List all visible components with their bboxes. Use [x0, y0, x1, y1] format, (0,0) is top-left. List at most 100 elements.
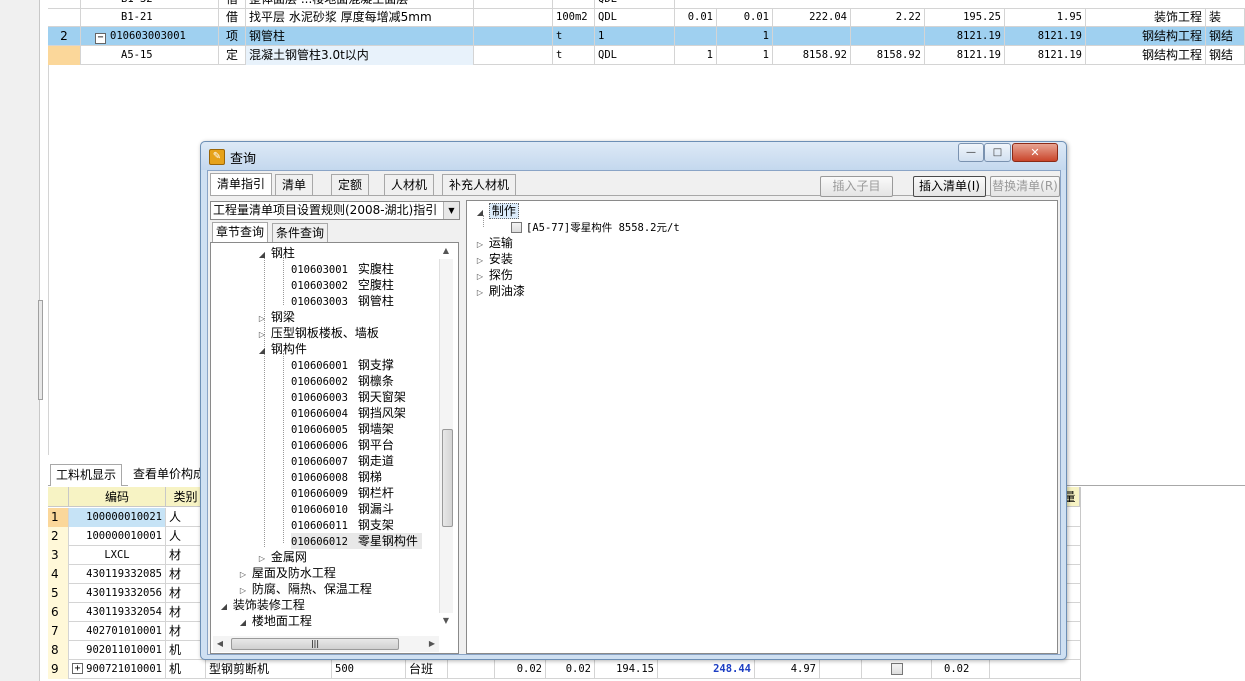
tree-node[interactable]: 010606010 钢漏斗	[291, 501, 394, 517]
guide-group-label: 运输	[488, 236, 513, 250]
spec-cell: 装饰工程	[1086, 8, 1206, 27]
extra-cell: 钢结	[1206, 46, 1245, 65]
panel-splitter[interactable]	[38, 300, 43, 400]
tree-node[interactable]: 010606007 钢走道	[291, 453, 394, 469]
expanded-icon[interactable]: ◢	[238, 615, 248, 631]
insert-child-button[interactable]: 插入子目	[820, 176, 893, 197]
code-column-header[interactable]: 编码	[69, 487, 166, 507]
tree-node-label: 实腹柱	[357, 262, 394, 276]
guide-item[interactable]: [A5-77]零星构件 8558.2元/t	[511, 219, 680, 235]
guide-group[interactable]: ◢ 制作	[475, 203, 519, 219]
tree-node[interactable]: ▷ 防腐、隔热、保温工程	[238, 581, 372, 597]
tree-node-code: 010606001	[291, 360, 348, 372]
expanded-icon[interactable]: ◢	[475, 205, 485, 221]
tree-node[interactable]: ▷ 金属网	[257, 549, 307, 565]
scroll-left-icon[interactable]: ◀	[213, 636, 227, 652]
item-checkbox[interactable]	[511, 222, 522, 233]
tab-labor-material[interactable]: 工料机显示	[50, 464, 123, 486]
row-number-cell: 5	[48, 584, 69, 603]
table-row[interactable]: A5-15 定 混凝土钢管柱3.0t以内 t QDL 1 1 8158.92 8…	[48, 46, 1245, 65]
tree-node[interactable]: 010603001 实腹柱	[291, 261, 394, 277]
scroll-up-icon[interactable]: ▲	[439, 243, 453, 259]
guide-group[interactable]: ▷ 刷油漆	[475, 283, 525, 299]
scroll-right-icon[interactable]: ▶	[425, 636, 439, 652]
qty-cell: 1	[717, 46, 773, 65]
chapter-tree: ◢ 钢柱 010603001 实腹柱 010603002 空腹柱 010603003…	[210, 242, 459, 654]
tree-node[interactable]: ▷ 钢梁	[257, 309, 295, 325]
tree-node-label: 钢平台	[357, 438, 394, 452]
tree-node-code: 010606008	[291, 472, 348, 484]
expanded-icon[interactable]: ◢	[257, 247, 267, 263]
collapse-icon[interactable]: −	[95, 33, 106, 44]
tree-node[interactable]: 010603003 钢管柱	[291, 293, 394, 309]
table-row[interactable]: 9 +900721010001 机 型钢剪断机 500 台班 0.02 0.02…	[48, 660, 1080, 679]
expanded-icon[interactable]: ◢	[257, 343, 267, 359]
row-number-cell: 3	[48, 546, 69, 565]
code-text: 010603003001	[110, 30, 186, 42]
tree-node[interactable]: ◢ 钢构件	[257, 341, 307, 357]
tree-node-label: 钢走道	[357, 454, 394, 468]
qty-cell: 1	[675, 46, 717, 65]
minimize-icon[interactable]: —	[958, 143, 984, 162]
rule-select[interactable]: 工程量清单项目设置规则(2008-湖北)指引 ▼	[210, 201, 460, 220]
code-cell: −010603003001	[81, 27, 219, 46]
tab-list[interactable]: 清单	[275, 174, 314, 196]
tree-node[interactable]: ◢ 装饰装修工程	[219, 597, 305, 613]
tab-chapter-query[interactable]: 章节查询	[212, 222, 269, 243]
table-row-selected[interactable]: 2 −010603003001 项 钢管柱 t 1 1 8121.19 8121…	[48, 27, 1245, 46]
replace-list-button[interactable]: 替换清单(R)	[990, 176, 1060, 197]
scrollbar-thumb[interactable]: |||	[231, 638, 399, 650]
tree-node-code: 010606012	[291, 536, 348, 548]
tree-node[interactable]: ▷ 屋面及防水工程	[238, 565, 336, 581]
tree-node[interactable]: 010606002 钢檩条	[291, 373, 394, 389]
tree-node[interactable]: 010606009 钢栏杆	[291, 485, 394, 501]
tree-node[interactable]: ◢ 钢柱	[257, 245, 295, 261]
guide-group[interactable]: ▷ 运输	[475, 235, 513, 251]
guide-group[interactable]: ▷ 安装	[475, 251, 513, 267]
tab-labor-material[interactable]: 人材机	[384, 174, 435, 196]
chevron-down-icon[interactable]: ▼	[443, 202, 459, 219]
tree-node[interactable]: 010606001 钢支撑	[291, 357, 394, 373]
expanded-icon[interactable]: ◢	[219, 599, 229, 615]
scrollbar-thumb[interactable]	[442, 429, 453, 527]
dialog-titlebar[interactable]: ✎ 查询 — □ ✕	[201, 142, 1066, 170]
price-cell: 8158.92	[773, 46, 851, 65]
row-checkbox[interactable]	[890, 663, 903, 675]
tab-supplement[interactable]: 补充人材机	[442, 174, 517, 196]
scroll-down-icon[interactable]: ▼	[439, 613, 453, 629]
horizontal-scrollbar[interactable]: ◀ ||| ▶	[213, 636, 439, 652]
spec-cell: 钢结构工程	[1086, 46, 1206, 65]
tree-node[interactable]: 010606006 钢平台	[291, 437, 394, 453]
value-cell: 248.44	[658, 660, 755, 679]
code-cell: 902011010001	[69, 641, 166, 660]
tree-node[interactable]: 010606003 钢天窗架	[291, 389, 406, 405]
value-cell: 0.02	[546, 660, 595, 679]
tree-node[interactable]: 010603002 空腹柱	[291, 277, 394, 293]
price-cell: 8121.19	[1005, 27, 1086, 46]
name-cell: 混凝土钢管柱3.0t以内	[246, 46, 474, 65]
tree-node[interactable]: 010606008 钢梯	[291, 469, 382, 485]
code-cell: 402701010001	[69, 622, 166, 641]
insert-list-button[interactable]: 插入清单(I)	[913, 176, 986, 197]
tree-guide-line	[264, 257, 265, 547]
guide-group[interactable]: ▷ 探伤	[475, 267, 513, 283]
tab-condition-query[interactable]: 条件查询	[272, 223, 329, 243]
name-cell: 型钢剪断机	[206, 660, 332, 679]
tree-node[interactable]: 010606004 钢挡风架	[291, 405, 406, 421]
collapsed-icon[interactable]: ▷	[475, 285, 485, 301]
tree-node-selected[interactable]: 010606012 零星钢构件	[291, 533, 422, 549]
expand-icon[interactable]: +	[72, 663, 83, 674]
row-number-cell: 9	[48, 660, 69, 679]
close-icon[interactable]: ✕	[1012, 143, 1058, 162]
tab-list-guide[interactable]: 清单指引	[210, 173, 273, 196]
maximize-icon[interactable]: □	[984, 143, 1011, 162]
table-row[interactable]: B1-21 借 找平层 水泥砂浆 厚度每增减5mm 100m2 QDL 0.01…	[48, 8, 1245, 27]
tree-node[interactable]: ◢ 楼地面工程	[238, 613, 312, 629]
tree-node-label: 钢支架	[357, 518, 394, 532]
vertical-scrollbar[interactable]	[439, 259, 453, 613]
tab-quota[interactable]: 定额	[331, 174, 370, 196]
tree-node[interactable]: 010606005 钢墙架	[291, 421, 394, 437]
qty-cell: 0.01	[717, 8, 773, 27]
tree-node[interactable]: ▷ 压型钢板楼板、墙板	[257, 325, 379, 341]
tree-node[interactable]: 010606011 钢支架	[291, 517, 394, 533]
